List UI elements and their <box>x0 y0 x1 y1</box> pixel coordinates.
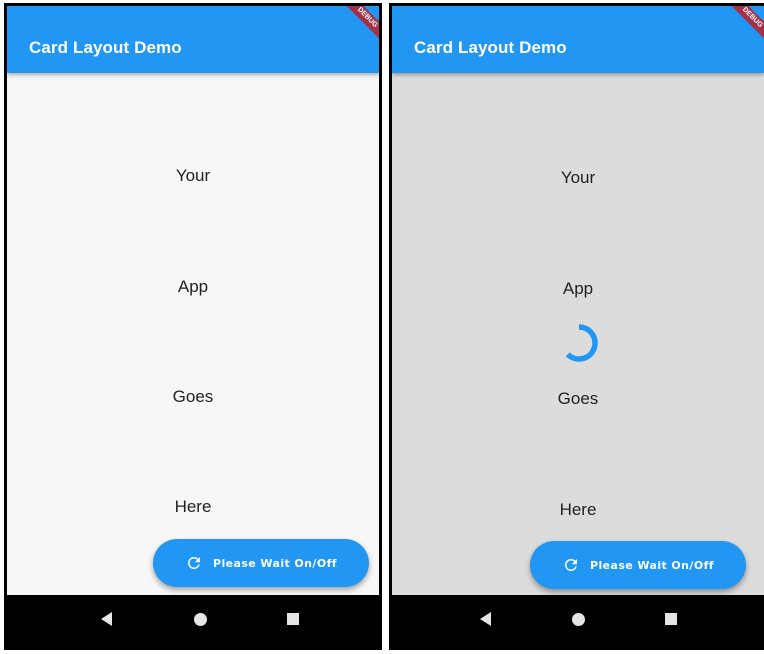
app-title: Card Layout Demo <box>414 38 567 57</box>
phone-screen-left: Card Layout Demo DEBUG Your App Goes Her… <box>4 3 382 650</box>
recents-icon[interactable] <box>287 613 299 625</box>
app-bar: Card Layout Demo DEBUG <box>7 6 379 73</box>
please-wait-toggle-button[interactable]: Please Wait On/Off <box>153 539 369 587</box>
text-word-app: App <box>177 277 209 296</box>
refresh-icon <box>188 557 201 569</box>
text-word-your: Your <box>175 166 211 185</box>
text-word-here: Here <box>174 497 212 516</box>
recents-icon[interactable] <box>665 613 677 625</box>
android-nav-bar <box>392 595 764 647</box>
home-icon[interactable] <box>572 613 585 626</box>
please-wait-toggle-button[interactable]: Please Wait On/Off <box>530 541 746 589</box>
back-icon[interactable] <box>480 612 491 626</box>
progress-spinner <box>565 324 598 362</box>
fab-label: Please Wait On/Off <box>590 558 714 572</box>
content-area: Your App Goes Here Please Wait On/Off <box>392 73 764 595</box>
text-word-goes: Goes <box>557 389 599 408</box>
app-title: Card Layout Demo <box>29 38 182 57</box>
app-bar: Card Layout Demo DEBUG <box>392 6 764 73</box>
android-nav-bar <box>7 595 379 647</box>
text-word-your: Your <box>560 168 596 187</box>
debug-banner: DEBUG <box>723 6 764 47</box>
content-area: Your App Goes Here Please Wait On/Off <box>7 73 379 595</box>
debug-banner: DEBUG <box>338 6 379 47</box>
text-word-app: App <box>562 279 594 298</box>
back-icon[interactable] <box>101 612 112 626</box>
phone-screen-right: Card Layout Demo DEBUG Your App Goes Her… <box>389 3 764 650</box>
fab-label: Please Wait On/Off <box>213 556 337 570</box>
text-word-here: Here <box>559 500 597 519</box>
refresh-icon <box>565 559 578 571</box>
text-word-goes: Goes <box>172 387 214 406</box>
home-icon[interactable] <box>194 613 207 626</box>
